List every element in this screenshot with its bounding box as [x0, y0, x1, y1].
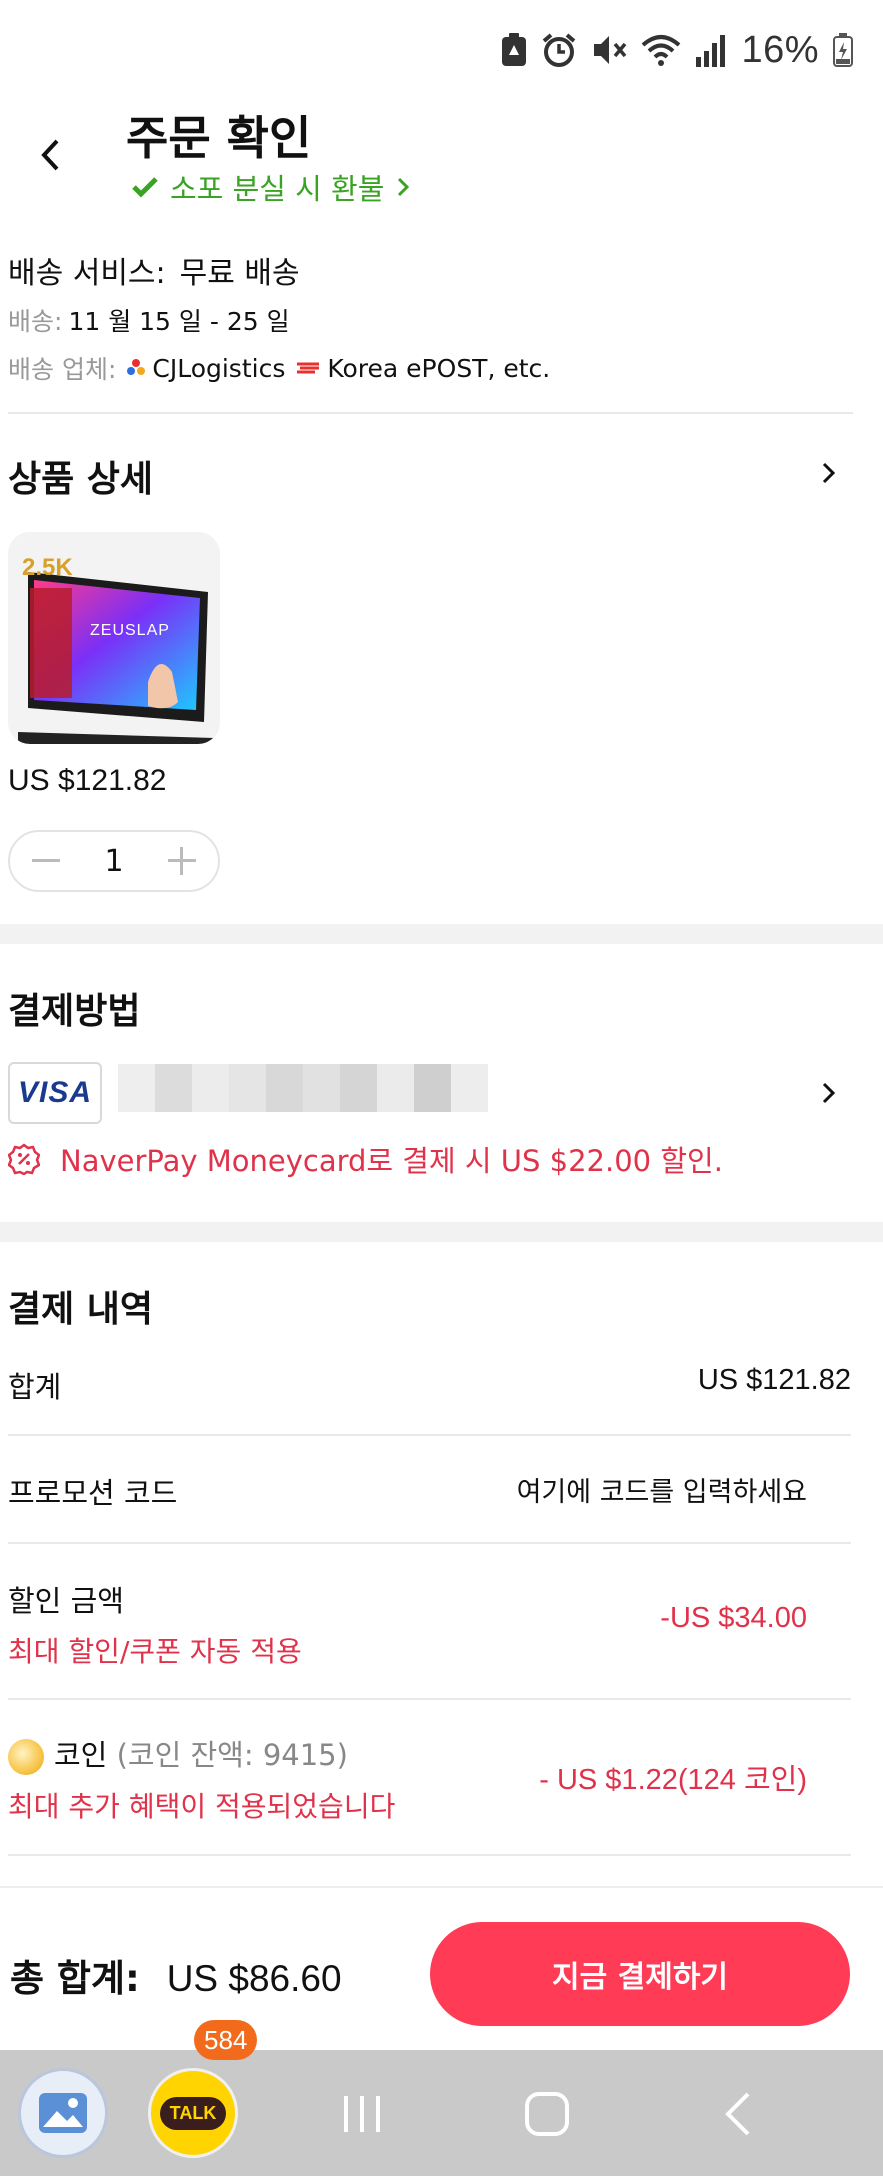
payment-promo: NaverPay Moneycard로 결제 시 US $22.00 할인. — [8, 1138, 723, 1180]
section-separator — [0, 1222, 883, 1242]
product-price: US $121.82 — [8, 764, 167, 797]
discount-sub: 최대 할인/쿠폰 자동 적용 — [8, 1635, 302, 1668]
divider — [8, 1854, 851, 1856]
home-button[interactable] — [522, 2086, 572, 2142]
plus-icon[interactable] — [168, 847, 196, 875]
payment-section-title: 결제방법 — [8, 991, 141, 1032]
mute-icon — [594, 36, 627, 64]
epost-logo-icon — [297, 362, 320, 374]
subtotal-row: 합계 US $121.82 — [8, 1364, 851, 1434]
notification-icon — [502, 33, 527, 66]
back-nav-icon — [725, 2092, 750, 2136]
carrier-2: Korea ePOST, etc. — [327, 353, 551, 383]
back-button[interactable] — [30, 130, 70, 180]
masked-card-number — [118, 1064, 488, 1112]
discount-value: -US $34.00 — [660, 1602, 807, 1634]
talk-label: TALK — [159, 2096, 227, 2130]
divider — [8, 1434, 851, 1436]
shipping-info: 배송 서비스: 무료 배송 배송: 11 월 15 일 - 25 일 배송 업체… — [8, 248, 550, 389]
battery-percent: 16% — [741, 28, 819, 71]
battery-icon — [833, 33, 853, 67]
check-icon — [132, 177, 158, 198]
quantity-stepper: 1 — [8, 830, 220, 892]
discount-row: 할인 금액 최대 할인/쿠폰 자동 적용 -US $34.00 — [8, 1578, 851, 1688]
product-image-badge: 2.5K — [22, 554, 73, 581]
cj-logo-icon — [127, 359, 146, 375]
refund-text: 소포 분실 시 환불 — [170, 172, 385, 206]
minus-icon[interactable] — [32, 859, 60, 863]
divider — [8, 1542, 851, 1544]
alarm-icon — [543, 33, 576, 67]
total-label: 총 합계: — [10, 1957, 140, 2000]
payment-method-chevron-icon[interactable] — [819, 1078, 839, 1108]
summary-section-title: 결제 내역 — [8, 1289, 154, 1330]
visa-card-logo[interactable]: VISA — [8, 1062, 102, 1124]
wifi-icon — [642, 35, 681, 66]
gallery-app-icon[interactable] — [18, 2068, 108, 2158]
total-value: US $86.60 — [166, 1958, 342, 1999]
chevron-left-icon — [41, 139, 59, 171]
product-thumbnail[interactable]: 2.5K ZEUSLAP — [8, 532, 220, 744]
order-total: 총 합계: US $86.60 — [10, 1948, 342, 2002]
pay-now-button[interactable]: 지금 결제하기 — [430, 1922, 850, 2026]
coin-balance: (코인 잔액: 9415) — [116, 1738, 348, 1772]
subtotal-label: 합계 — [8, 1370, 62, 1404]
payment-promo-text: NaverPay Moneycard로 결제 시 US $22.00 할인. — [60, 1144, 723, 1178]
promo-code-row[interactable]: 프로모션 코드 여기에 코드를 입력하세요 — [8, 1470, 851, 1540]
product-section-title: 상품 상세 — [8, 459, 154, 500]
coin-value: - US $1.22(124 코인) — [539, 1764, 807, 1796]
delivery-date-label: 배송: — [8, 307, 63, 336]
divider — [8, 1698, 851, 1700]
status-bar: 16% — [0, 0, 883, 100]
divider — [8, 412, 853, 414]
carrier-label: 배송 업체: — [8, 355, 117, 384]
delivery-date-value: 11 월 15 일 - 25 일 — [68, 307, 290, 336]
discount-badge-icon — [8, 1143, 40, 1175]
section-separator — [0, 924, 883, 944]
quantity-value[interactable]: 1 — [104, 844, 123, 879]
system-nav-bar: TALK — [0, 2050, 883, 2176]
refund-guarantee-link[interactable]: 소포 분실 시 환불 — [132, 166, 410, 208]
promo-code-input[interactable]: 여기에 코드를 입력하세요 — [517, 1470, 807, 1509]
image-icon — [39, 2093, 87, 2133]
page-title: 주문 확인 — [126, 111, 312, 165]
coin-row: 코인 (코인 잔액: 9415) 최대 추가 혜택이 적용되었습니다 - US … — [8, 1732, 851, 1852]
product-image-brand: ZEUSLAP — [90, 622, 170, 639]
back-nav-button[interactable] — [712, 2086, 762, 2142]
shipping-service-label: 배송 서비스: — [8, 256, 166, 291]
shipping-service-value: 무료 배송 — [179, 256, 300, 291]
chevron-right-icon — [398, 177, 410, 197]
subtotal-value: US $121.82 — [697, 1364, 851, 1396]
promo-code-label: 프로모션 코드 — [8, 1476, 178, 1510]
recent-apps-icon — [344, 2096, 380, 2132]
recent-apps-button[interactable] — [338, 2086, 386, 2142]
carrier-1: CJLogistics — [152, 353, 286, 383]
kakaotalk-badge: 584 — [194, 2020, 258, 2060]
kakaotalk-app-icon[interactable]: TALK — [148, 2068, 238, 2158]
coin-icon — [8, 1739, 44, 1775]
home-icon — [525, 2092, 569, 2136]
coin-label: 코인 — [54, 1738, 108, 1772]
status-icons: 16% — [501, 28, 853, 72]
checkout-bar: 총 합계: US $86.60 지금 결제하기 — [0, 1886, 883, 2050]
product-detail-chevron-icon[interactable] — [819, 458, 839, 488]
signal-icon — [696, 35, 726, 67]
